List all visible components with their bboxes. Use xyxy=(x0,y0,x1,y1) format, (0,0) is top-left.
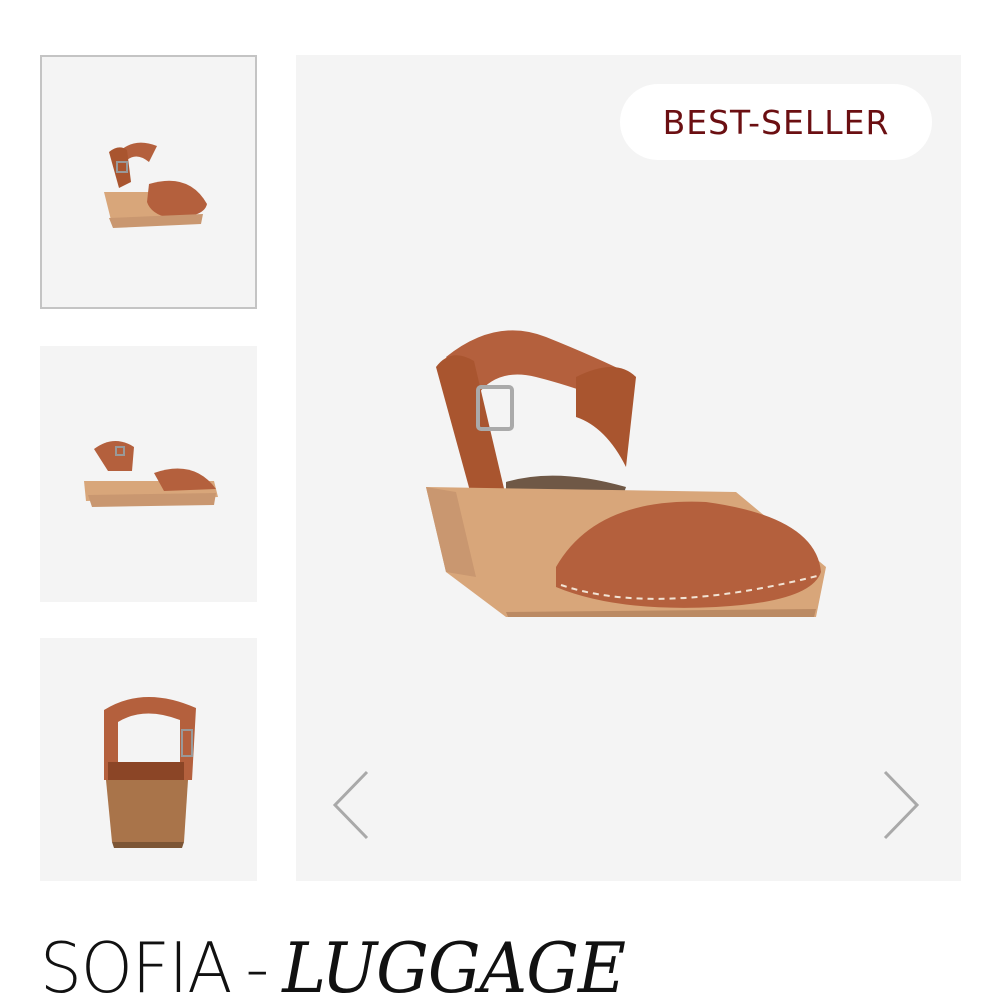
next-image-button[interactable] xyxy=(876,767,926,843)
title-separator: - xyxy=(245,928,269,1000)
clog-image xyxy=(426,330,826,617)
main-product-image[interactable]: BEST-SELLER xyxy=(296,55,961,881)
clog-image xyxy=(83,440,218,507)
product-title: SOFIA - LUGGAGE xyxy=(40,928,626,1000)
best-seller-badge: BEST-SELLER xyxy=(620,84,932,160)
chevron-left-icon xyxy=(332,770,369,840)
clog-image xyxy=(103,696,196,848)
thumbnail-three-quarter[interactable] xyxy=(40,55,257,309)
product-name: SOFIA xyxy=(40,928,232,1000)
thumbnail-back[interactable] xyxy=(40,638,257,881)
chevron-right-icon xyxy=(883,770,920,840)
clog-image xyxy=(103,142,207,228)
thumbnail-side[interactable] xyxy=(40,346,257,602)
previous-image-button[interactable] xyxy=(326,767,376,843)
product-variant: LUGGAGE xyxy=(282,928,626,1000)
product-page: BEST-SELLER SOFIA - LUGGAGE xyxy=(0,0,1000,1000)
